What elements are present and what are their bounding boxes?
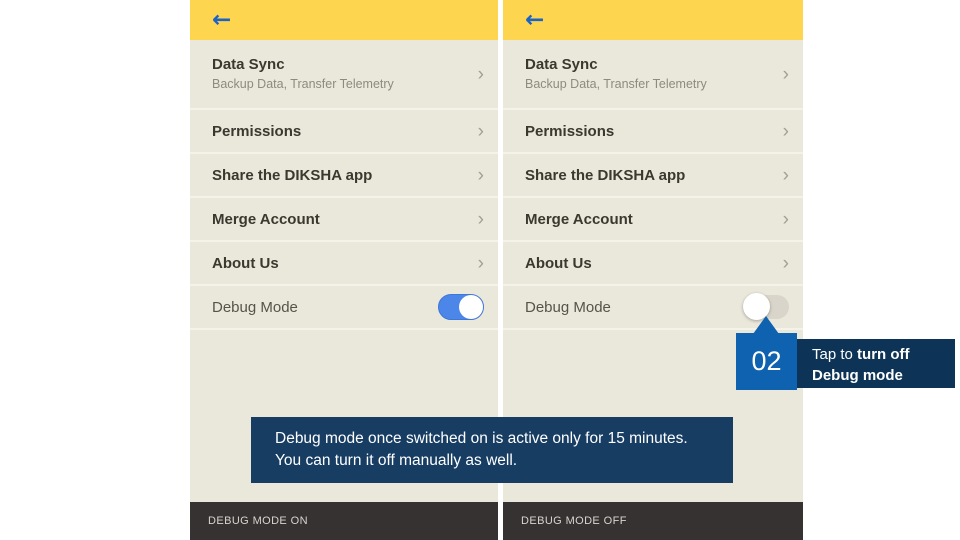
caption-label: DEBUG MODE OFF (521, 515, 627, 527)
debug-mode-toggle-on[interactable] (438, 294, 484, 320)
settings-row-share-app[interactable]: Share the DIKSHA app › (190, 154, 498, 198)
settings-row-share-app[interactable]: Share the DIKSHA app › (503, 154, 803, 198)
app-header: ← (190, 0, 498, 40)
chevron-right-icon: › (783, 166, 789, 185)
callout-text-bold2: Debug mode (812, 365, 955, 386)
app-header: ← (503, 0, 803, 40)
settings-row-data-sync[interactable]: Data Sync Backup Data, Transfer Telemetr… (503, 40, 803, 110)
row-title: Debug Mode (525, 300, 611, 315)
back-arrow-icon[interactable]: ← (212, 9, 231, 32)
row-title: Merge Account (525, 212, 633, 227)
info-banner: Debug mode once switched on is active on… (251, 417, 733, 483)
row-subtitle: Backup Data, Transfer Telemetry (525, 78, 707, 91)
row-title: About Us (525, 256, 592, 271)
chevron-right-icon: › (478, 65, 484, 84)
row-title: About Us (212, 256, 279, 271)
chevron-right-icon: › (478, 254, 484, 273)
chevron-right-icon: › (783, 122, 789, 141)
toggle-knob (459, 295, 483, 319)
chevron-right-icon: › (478, 166, 484, 185)
info-banner-text: Debug mode once switched on is active on… (275, 430, 688, 469)
settings-row-merge-account[interactable]: Merge Account › (190, 198, 498, 242)
settings-row-about-us[interactable]: About Us › (503, 242, 803, 286)
row-subtitle: Backup Data, Transfer Telemetry (212, 78, 394, 91)
chevron-right-icon: › (478, 122, 484, 141)
row-title: Share the DIKSHA app (525, 168, 685, 183)
chevron-right-icon: › (783, 210, 789, 229)
row-title: Data Sync (525, 57, 707, 72)
settings-row-about-us[interactable]: About Us › (190, 242, 498, 286)
chevron-right-icon: › (783, 65, 789, 84)
step-number-badge: 02 (736, 333, 797, 390)
settings-row-data-sync[interactable]: Data Sync Backup Data, Transfer Telemetr… (190, 40, 498, 110)
chevron-right-icon: › (478, 210, 484, 229)
tutorial-image: ← Data Sync Backup Data, Transfer Teleme… (0, 0, 960, 540)
row-title: Data Sync (212, 57, 394, 72)
row-title: Debug Mode (212, 300, 298, 315)
row-title: Share the DIKSHA app (212, 168, 372, 183)
callout-pointer-up-icon (753, 316, 779, 334)
row-title: Permissions (212, 124, 301, 139)
caption-bar: DEBUG MODE OFF (503, 502, 803, 540)
caption-bar: DEBUG MODE ON (190, 502, 498, 540)
settings-row-merge-account[interactable]: Merge Account › (503, 198, 803, 242)
settings-row-permissions[interactable]: Permissions › (190, 110, 498, 154)
settings-row-debug-mode: Debug Mode (190, 286, 498, 330)
row-title: Merge Account (212, 212, 320, 227)
back-arrow-icon[interactable]: ← (525, 9, 544, 32)
chevron-right-icon: › (783, 254, 789, 273)
caption-label: DEBUG MODE ON (208, 515, 308, 527)
callout-line1: Tap to turn off (812, 344, 955, 365)
callout-text-prefix: Tap to (812, 346, 857, 363)
callout-text-box: Tap to turn off Debug mode (797, 339, 955, 388)
settings-row-permissions[interactable]: Permissions › (503, 110, 803, 154)
row-title: Permissions (525, 124, 614, 139)
callout-text-bold1: turn off (857, 346, 909, 363)
